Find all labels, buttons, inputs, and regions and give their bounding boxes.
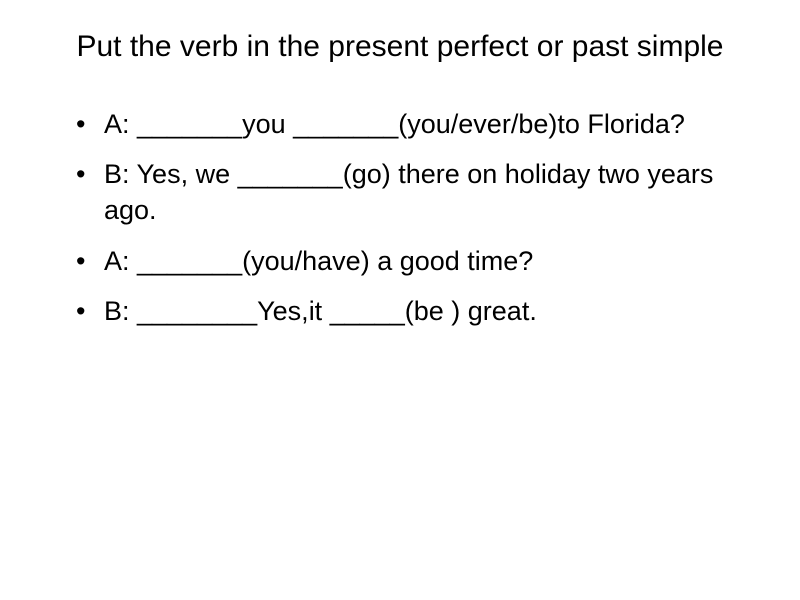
bullet-icon: • [76,293,85,329]
list-item: • A: _______(you/have) a good time? [76,243,748,279]
bullet-icon: • [76,243,85,279]
bullet-icon: • [76,106,85,142]
exercise-list: • A: _______you _______(you/ever/be)to F… [52,106,748,330]
bullet-icon: • [76,156,85,192]
page-title: Put the verb in the present perfect or p… [52,28,748,66]
item-text: B: ________Yes,it _____(be ) great. [104,296,537,326]
list-item: • B: ________Yes,it _____(be ) great. [76,293,748,329]
list-item: • A: _______you _______(you/ever/be)to F… [76,106,748,142]
list-item: • B: Yes, we _______(go) there on holida… [76,156,748,229]
item-text: A: _______you _______(you/ever/be)to Flo… [104,109,685,139]
item-text: B: Yes, we _______(go) there on holiday … [104,159,713,225]
item-text: A: _______(you/have) a good time? [104,246,533,276]
